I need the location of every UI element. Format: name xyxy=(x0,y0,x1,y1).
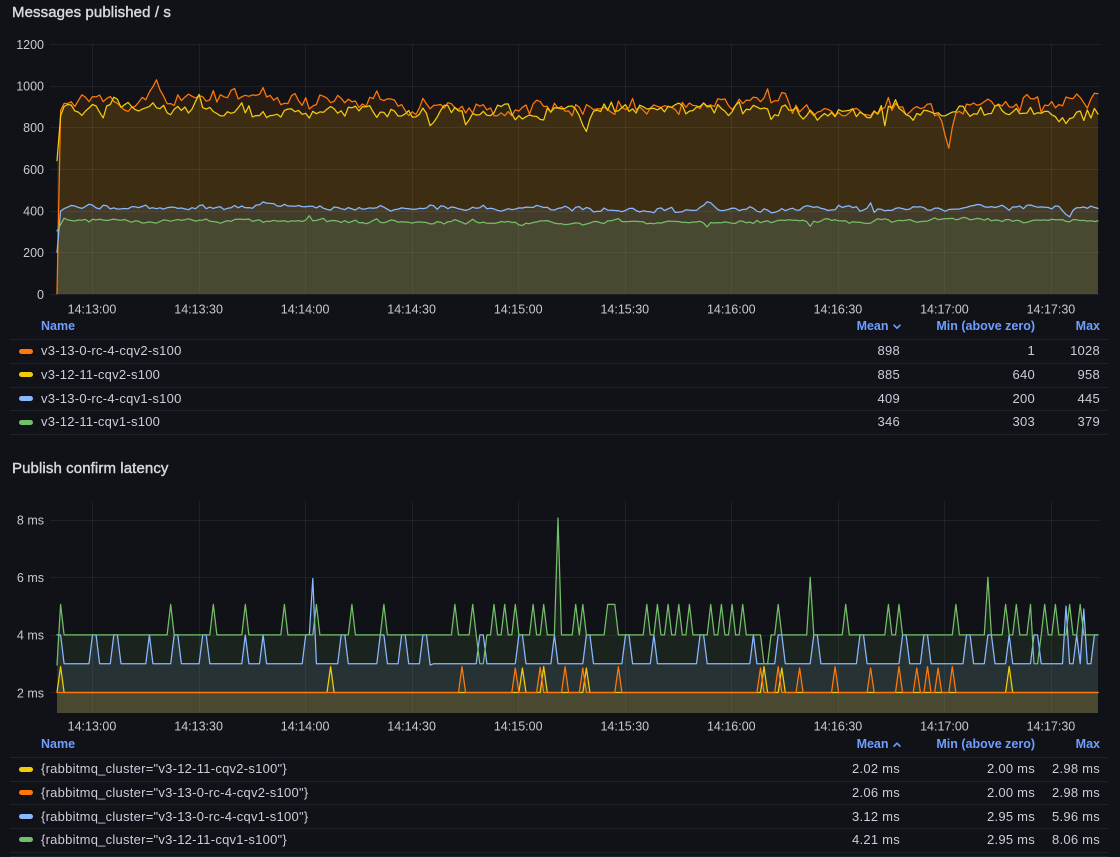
svg-text:14:16:30: 14:16:30 xyxy=(814,303,863,317)
svg-text:14:15:00: 14:15:00 xyxy=(494,303,543,317)
svg-text:6 ms: 6 ms xyxy=(17,571,44,585)
svg-text:14:13:30: 14:13:30 xyxy=(174,303,223,317)
svg-text:14:14:30: 14:14:30 xyxy=(387,720,436,734)
svg-text:2 ms: 2 ms xyxy=(17,686,44,700)
svg-text:8 ms: 8 ms xyxy=(17,514,44,528)
svg-text:14:14:00: 14:14:00 xyxy=(281,303,330,317)
svg-text:14:17:00: 14:17:00 xyxy=(920,720,969,734)
svg-text:14:14:00: 14:14:00 xyxy=(281,720,330,734)
svg-text:1200: 1200 xyxy=(16,38,44,52)
svg-text:14:14:30: 14:14:30 xyxy=(387,303,436,317)
svg-text:14:16:30: 14:16:30 xyxy=(814,720,863,734)
svg-text:0: 0 xyxy=(37,288,44,302)
svg-text:800: 800 xyxy=(23,121,44,135)
svg-text:14:13:00: 14:13:00 xyxy=(68,720,117,734)
svg-text:14:15:30: 14:15:30 xyxy=(600,720,649,734)
svg-text:14:15:30: 14:15:30 xyxy=(600,303,649,317)
svg-text:14:17:30: 14:17:30 xyxy=(1027,720,1076,734)
svg-text:200: 200 xyxy=(23,246,44,260)
svg-text:14:16:00: 14:16:00 xyxy=(707,720,756,734)
svg-text:14:13:30: 14:13:30 xyxy=(174,720,223,734)
svg-text:4 ms: 4 ms xyxy=(17,629,44,643)
svg-text:400: 400 xyxy=(23,205,44,219)
svg-text:14:15:00: 14:15:00 xyxy=(494,720,543,734)
svg-text:600: 600 xyxy=(23,163,44,177)
svg-text:14:16:00: 14:16:00 xyxy=(707,303,756,317)
svg-text:1000: 1000 xyxy=(16,80,44,94)
